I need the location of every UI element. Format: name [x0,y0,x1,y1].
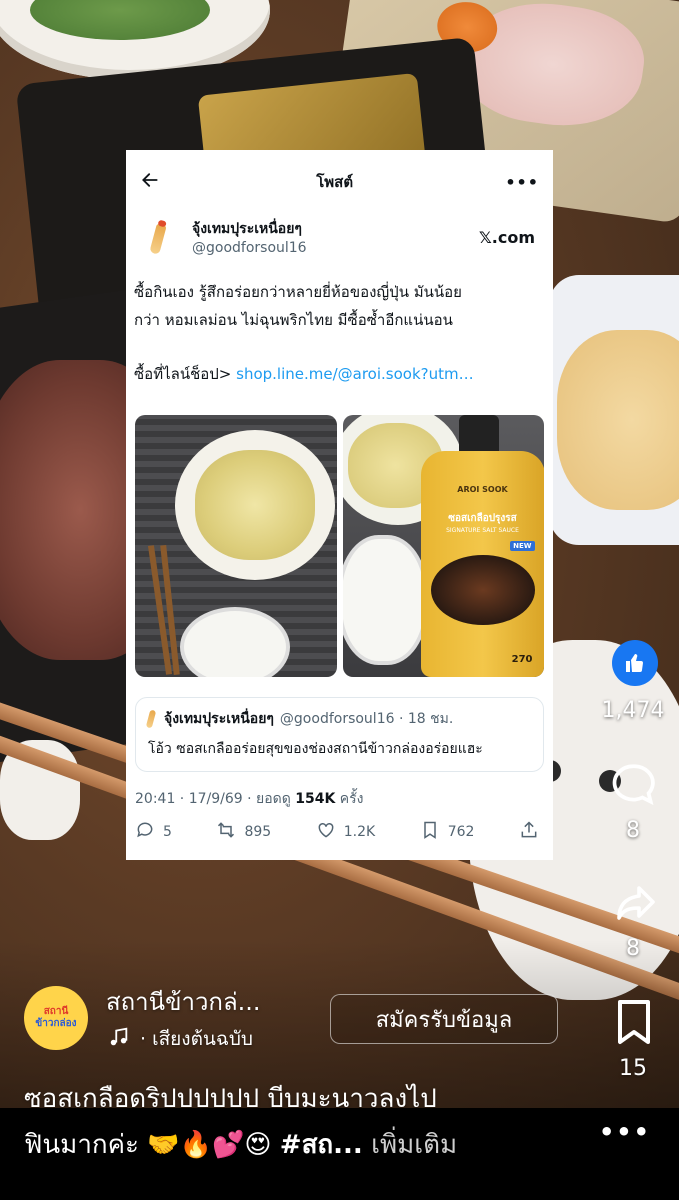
back-arrow-icon [140,170,164,195]
sauce-bottle: AROI SOOK ซอสเกลือปรุงรส SIGNATURE SALT … [420,415,544,677]
tweet-meta: 20:41 · 17/9/69 · ยอดดู 154K ครั้ง [135,788,364,810]
author-handle: @goodforsoul16 [192,240,307,256]
reply-icon [135,820,155,844]
thumbs-up-icon [612,640,658,686]
meta-time: 20:41 · 17/9/69 · ยอดดู [135,791,296,807]
tweet-text-line: ซื้อกินเอง รู้สึกอร่อยกว่าหลายยี่ห้อของญ… [134,283,462,301]
audio-info[interactable]: · เสียงต้นฉบับ [108,1024,253,1054]
share-button[interactable]: 8 [587,880,679,970]
repost-icon [216,820,236,844]
tweet-text-line: กว่า หอมเลม่อน ไม่ฉุนพริกไทย มีซื้อซ้ำอี… [134,311,453,329]
caption-hashtag[interactable]: #สถ... [280,1130,363,1160]
meta-suffix: ครั้ง [335,791,364,807]
caption-text: ฟินมากค่ะ 🤝🔥💕😍 [24,1130,280,1160]
page-avatar-line1: สถานี [43,1006,69,1017]
save-icon [613,998,655,1052]
author-avatar [136,217,180,261]
tweet-actions: 5 895 1.2K 762 [135,820,539,844]
bottle-brand: AROI SOOK [457,485,508,494]
tweet-card[interactable]: โพสต์ ••• จุ้งเทมปุระเหนื่อยๆ @goodforso… [126,150,553,860]
bookmark-icon [420,820,440,844]
see-more-link[interactable]: เพิ่มเติม [363,1130,457,1160]
author-name: จุ้งเทมปุระเหนื่อยๆ [192,221,302,237]
save-button[interactable]: 15 [587,998,679,1088]
caption-line2[interactable]: ฟินมากค่ะ 🤝🔥💕😍 #สถ... เพิ่มเติม [24,1124,457,1165]
share-action [519,820,539,844]
repost-count: 895 [244,824,272,840]
like-count: 1.2K [343,824,376,840]
meta-views: 154K [295,791,336,807]
reply-action: 5 [135,820,172,844]
bookmark-action: 762 [420,820,475,844]
quote-author-name: จุ้งเทมปุระเหนื่อยๆ [164,711,274,727]
share-count: 8 [626,936,640,961]
like-count-rail: 1,474 [601,698,665,723]
more-dots-icon[interactable]: ••• [599,1118,651,1146]
x-logo: 𝕏.com [478,228,535,247]
comment-count: 8 [626,818,640,843]
subscribe-button[interactable]: สมัครรับข้อมูล [330,994,558,1044]
quote-text: โอ้ว ซอสเกลืออร่อยสุขของช่องสถานีข้าวกล่… [148,741,483,757]
comment-icon [609,760,659,816]
tweet-media: AROI SOOK ซอสเกลือปรุงรส SIGNATURE SALT … [135,415,544,677]
quote-author-handle: @goodforsoul16 · 18 ชม. [279,711,454,727]
share-arrow-icon [611,880,659,934]
page-avatar-line2: ข้าวกล่อง [35,1018,77,1029]
tweet-header: โพสต์ ••• [126,150,553,214]
music-note-icon [108,1026,130,1053]
comment-button[interactable]: 8 [587,760,679,850]
page-avatar[interactable]: สถานี ข้าวกล่อง [24,986,88,1050]
repost-action: 895 [216,820,271,844]
food-photo-sauce-bottle: AROI SOOK ซอสเกลือปรุงรส SIGNATURE SALT … [342,415,544,677]
audio-label: · เสียงต้นฉบับ [140,1028,253,1050]
tweet-author: จุ้งเทมปุระเหนื่อยๆ @goodforsoul16 𝕏.com [126,214,553,264]
bookmark-count: 762 [447,824,475,840]
quote-avatar [145,709,157,729]
bottle-subtitle: SIGNATURE SALT SAUCE [446,527,519,534]
save-count: 15 [619,1056,647,1081]
like-action: 1.2K [316,820,375,844]
page-name[interactable]: สถานีข้าวกล่... [106,982,261,1021]
bottle-label: ซอสเกลือปรุงรส [448,513,517,524]
quoted-tweet: จุ้งเทมปุระเหนื่อยๆ @goodforsoul16 · 18 … [135,697,544,772]
like-button[interactable]: 1,474 [587,640,679,730]
shop-link: shop.line.me/@aroi.sook?utm… [236,365,474,383]
post-header-title: โพสต์ [316,173,354,191]
tweet-text: ซื้อกินเอง รู้สึกอร่อยกว่าหลายยี่ห้อของญ… [126,264,553,388]
reply-count: 5 [163,824,172,840]
more-icon: ••• [505,172,539,192]
shop-prefix: ซื้อที่ไลน์ช็อป> [134,365,237,383]
food-photo-cabbage [135,415,337,677]
bottle-new-badge: NEW [510,541,535,551]
like-icon [316,820,336,844]
bottle-volume: 270 [511,654,533,665]
share-icon [519,820,539,844]
